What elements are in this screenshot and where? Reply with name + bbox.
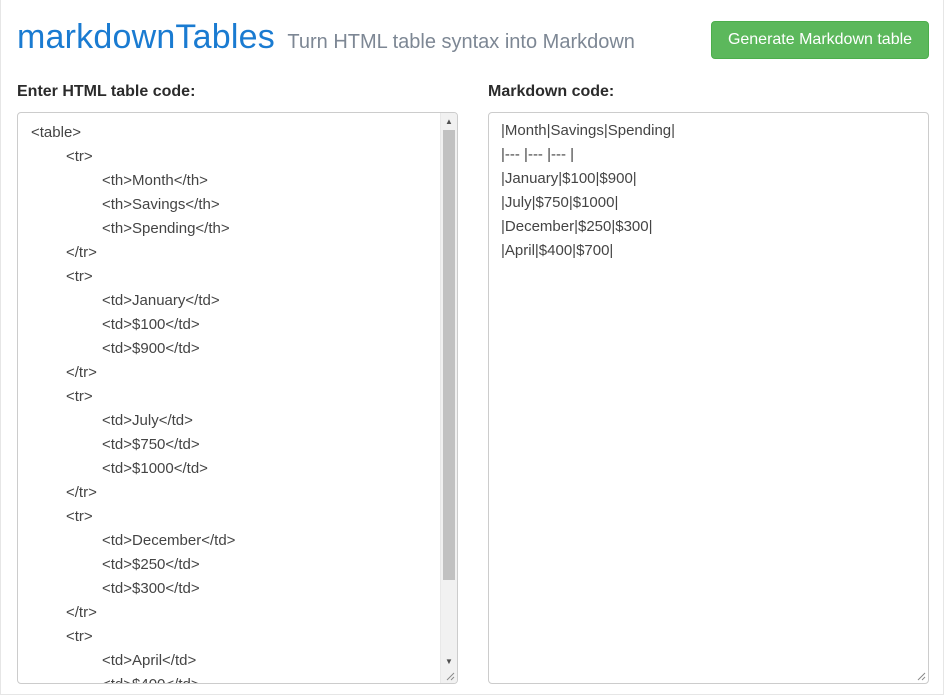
resize-grip-icon[interactable] (445, 671, 455, 681)
html-input-label: Enter HTML table code: (17, 83, 196, 100)
resize-grip-icon[interactable] (916, 671, 926, 681)
html-code-line: <td>$900</td> (102, 340, 200, 357)
markdown-code-line: |December|$250|$300| (501, 218, 653, 235)
html-code-line: </tr> (66, 604, 97, 621)
html-code-line: <th>Spending</th> (102, 220, 230, 237)
scroll-up-arrow-icon[interactable]: ▲ (441, 113, 457, 130)
html-code-line: <tr> (66, 628, 93, 645)
html-code-line: </tr> (66, 364, 97, 381)
header: markdownTables Turn HTML table syntax in… (17, 18, 635, 57)
markdown-code-line: |Month|Savings|Spending| (501, 122, 676, 139)
html-code-line: <td>$250</td> (102, 556, 200, 573)
html-code-line: <td>January</td> (102, 292, 220, 309)
markdown-code-lines: |Month|Savings|Spending| |--- |--- |--- |… (501, 119, 675, 263)
html-code-line: </tr> (66, 484, 97, 501)
markdown-code-line: |--- |--- |--- | (501, 146, 575, 163)
html-code-line: <tr> (66, 268, 93, 285)
tagline: Turn HTML table syntax into Markdown (287, 31, 635, 53)
html-code-line: <th>Month</th> (102, 172, 208, 189)
markdown-output-textarea[interactable]: |Month|Savings|Spending| |--- |--- |--- |… (488, 112, 929, 684)
html-code-line: <table> (31, 124, 82, 141)
markdown-code-line: |January|$100|$900| (501, 170, 637, 187)
html-code-line: <th>Savings</th> (102, 196, 220, 213)
markdown-code-line: |April|$400|$700| (501, 242, 614, 259)
brand-title[interactable]: markdownTables (17, 18, 275, 56)
markdown-output-label: Markdown code: (488, 83, 615, 100)
html-code-line: </tr> (66, 244, 97, 261)
html-code-line: <td>$750</td> (102, 436, 200, 453)
html-code-line: <td>July</td> (102, 412, 193, 429)
html-code-line: <td>$400</td> (31, 673, 235, 683)
scroll-down-arrow-icon[interactable]: ▼ (441, 653, 457, 670)
scroll-thumb[interactable] (443, 130, 455, 580)
generate-markdown-button[interactable]: Generate Markdown table (711, 21, 929, 59)
html-code-line: <td>$100</td> (102, 316, 200, 333)
html-code-line: <tr> (66, 508, 93, 525)
html-input-textarea[interactable]: <table> <tr> <th>Month</th> <th>Savings</th… (17, 112, 458, 684)
html-input-scrollbar[interactable]: ▲ ▼ (440, 113, 457, 683)
html-code-lines: <table> <tr> <th>Month</th> <th>Savings</th… (31, 121, 236, 683)
markdown-code-line: |July|$750|$1000| (501, 194, 619, 211)
page: markdownTables Turn HTML table syntax in… (0, 0, 944, 695)
html-code-line: <td>$1000</td> (102, 460, 208, 477)
html-code-line: <td>$300</td> (102, 580, 200, 597)
html-code-line: <td>December</td> (102, 532, 236, 549)
html-code-line: <td>April</td> (102, 652, 197, 669)
html-code-line: <tr> (66, 388, 93, 405)
html-code-line: <tr> (66, 148, 93, 165)
